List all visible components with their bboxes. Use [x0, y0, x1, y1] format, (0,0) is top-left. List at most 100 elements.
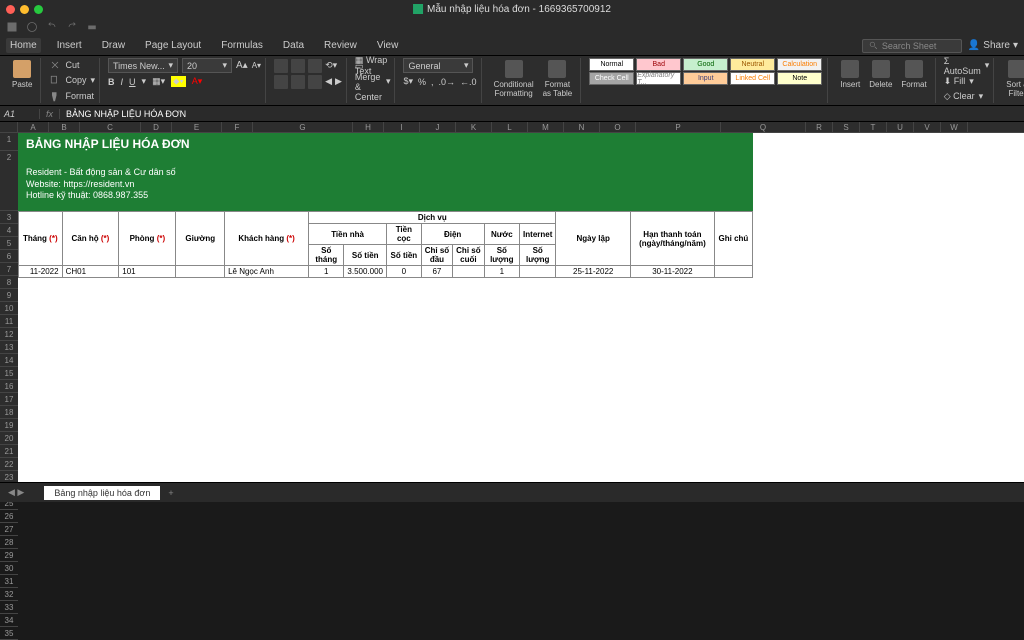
- undo-icon[interactable]: [46, 21, 58, 33]
- col-header-T[interactable]: T: [860, 122, 887, 132]
- row-header-17[interactable]: 17: [0, 393, 18, 406]
- clear-button[interactable]: ◇ Clear: [944, 91, 975, 102]
- search-input[interactable]: Search Sheet: [862, 39, 962, 53]
- currency-icon[interactable]: $▾: [403, 76, 413, 87]
- save-icon[interactable]: [6, 21, 18, 33]
- row-header-32[interactable]: 32: [0, 588, 18, 601]
- col-header-J[interactable]: J: [420, 122, 456, 132]
- row-header-14[interactable]: 14: [0, 354, 18, 367]
- decrease-decimal-icon[interactable]: ←.0: [460, 77, 477, 87]
- add-sheet-button[interactable]: +: [168, 488, 173, 498]
- redo-icon[interactable]: [66, 21, 78, 33]
- orientation-icon[interactable]: ⟲▾: [325, 60, 337, 71]
- row-header-15[interactable]: 15: [0, 367, 18, 380]
- sheet-nav[interactable]: ◀ ▶: [8, 487, 24, 498]
- row-header-6[interactable]: 6: [0, 250, 18, 263]
- print-icon[interactable]: [86, 21, 98, 33]
- copy-button[interactable]: Copy: [65, 75, 86, 85]
- tab-review[interactable]: Review: [320, 38, 361, 53]
- format-painter-button[interactable]: Format: [65, 91, 94, 101]
- row-header-22[interactable]: 22: [0, 458, 18, 471]
- increase-decimal-icon[interactable]: .0→: [439, 77, 456, 87]
- cut-button[interactable]: Cut: [65, 60, 79, 70]
- increase-font-icon[interactable]: A▴: [236, 60, 248, 71]
- col-header-L[interactable]: L: [492, 122, 528, 132]
- format-cells-button[interactable]: Format: [897, 58, 930, 103]
- row-header-12[interactable]: 12: [0, 328, 18, 341]
- row-header-5[interactable]: 5: [0, 237, 18, 250]
- col-header-K[interactable]: K: [456, 122, 492, 132]
- row-header-4[interactable]: 4: [0, 224, 18, 237]
- italic-button[interactable]: I: [121, 77, 124, 87]
- share-button[interactable]: 👤 Share ▾: [968, 40, 1018, 51]
- align-bottom-icon[interactable]: [308, 59, 322, 73]
- col-header-D[interactable]: D: [141, 122, 172, 132]
- autosave-icon[interactable]: [26, 21, 38, 33]
- conditional-formatting-button[interactable]: Conditional Formatting: [490, 58, 538, 103]
- tab-data[interactable]: Data: [279, 38, 308, 53]
- row-header-27[interactable]: 27: [0, 523, 18, 536]
- row-header-19[interactable]: 19: [0, 419, 18, 432]
- border-button[interactable]: ▦▾: [152, 76, 165, 87]
- row-header-26[interactable]: 26: [0, 510, 18, 523]
- tab-page-layout[interactable]: Page Layout: [141, 38, 205, 53]
- sheet-tab[interactable]: Bảng nhập liệu hóa đơn: [44, 486, 160, 500]
- col-header-M[interactable]: M: [528, 122, 564, 132]
- row-header-29[interactable]: 29: [0, 549, 18, 562]
- font-color-button[interactable]: A▾: [192, 76, 203, 87]
- format-painter-icon[interactable]: [49, 90, 61, 102]
- row-header-21[interactable]: 21: [0, 445, 18, 458]
- percent-icon[interactable]: %: [418, 77, 426, 87]
- fill-button[interactable]: ⬇ Fill: [944, 76, 966, 87]
- close-window[interactable]: [6, 5, 15, 14]
- col-header-G[interactable]: G: [253, 122, 353, 132]
- name-box[interactable]: A1: [0, 109, 40, 119]
- align-middle-icon[interactable]: [291, 59, 305, 73]
- row-header-11[interactable]: 11: [0, 315, 18, 328]
- underline-button[interactable]: U: [129, 77, 136, 87]
- align-center-icon[interactable]: [291, 75, 305, 89]
- sort-filter-button[interactable]: Sort & Filter: [1002, 58, 1024, 103]
- col-header-A[interactable]: A: [18, 122, 49, 132]
- row-header-35[interactable]: 35: [0, 627, 18, 640]
- row-header-30[interactable]: 30: [0, 562, 18, 575]
- font-size-dropdown[interactable]: 20▾: [182, 58, 232, 73]
- align-top-icon[interactable]: [274, 59, 288, 73]
- copy-icon[interactable]: [49, 74, 61, 86]
- style-check-cell[interactable]: Check Cell: [589, 72, 634, 85]
- row-header-31[interactable]: 31: [0, 575, 18, 588]
- tab-insert[interactable]: Insert: [53, 38, 86, 53]
- col-header-E[interactable]: E: [172, 122, 222, 132]
- style-normal[interactable]: Normal: [589, 58, 634, 71]
- col-header-H[interactable]: H: [353, 122, 384, 132]
- delete-cells-button[interactable]: Delete: [865, 58, 896, 103]
- col-header-U[interactable]: U: [887, 122, 914, 132]
- fx-icon[interactable]: fx: [40, 109, 60, 119]
- decrease-indent-icon[interactable]: ◀: [325, 76, 332, 87]
- style-good[interactable]: Good: [683, 58, 728, 71]
- row-header-28[interactable]: 28: [0, 536, 18, 549]
- row-header-13[interactable]: 13: [0, 341, 18, 354]
- style-explanatory[interactable]: Explanatory T...: [636, 72, 681, 85]
- row-header-10[interactable]: 10: [0, 302, 18, 315]
- style-input[interactable]: Input: [683, 72, 728, 85]
- minimize-window[interactable]: [20, 5, 29, 14]
- font-name-dropdown[interactable]: Times New...▾: [108, 58, 178, 73]
- invoice-table[interactable]: Tháng (*) Căn hộ (*) Phòng (*) Giường Kh…: [18, 211, 753, 278]
- col-header-C[interactable]: C: [80, 122, 141, 132]
- col-header-N[interactable]: N: [564, 122, 600, 132]
- col-header-S[interactable]: S: [833, 122, 860, 132]
- row-header-18[interactable]: 18: [0, 406, 18, 419]
- col-header-I[interactable]: I: [384, 122, 420, 132]
- style-note[interactable]: Note: [777, 72, 822, 85]
- fill-color-button[interactable]: ⬥▾: [171, 76, 186, 87]
- row-header-9[interactable]: 9: [0, 289, 18, 302]
- insert-cells-button[interactable]: Insert: [836, 58, 864, 103]
- row-header-7[interactable]: 7: [0, 263, 18, 276]
- cells-grid[interactable]: BẢNG NHẬP LIỆU HÓA ĐƠN Resident - Bất độ…: [18, 133, 1024, 502]
- number-format-dropdown[interactable]: General▾: [403, 58, 473, 73]
- row-header-20[interactable]: 20: [0, 432, 18, 445]
- align-left-icon[interactable]: [274, 75, 288, 89]
- row-header-16[interactable]: 16: [0, 380, 18, 393]
- comma-icon[interactable]: ,: [431, 77, 434, 87]
